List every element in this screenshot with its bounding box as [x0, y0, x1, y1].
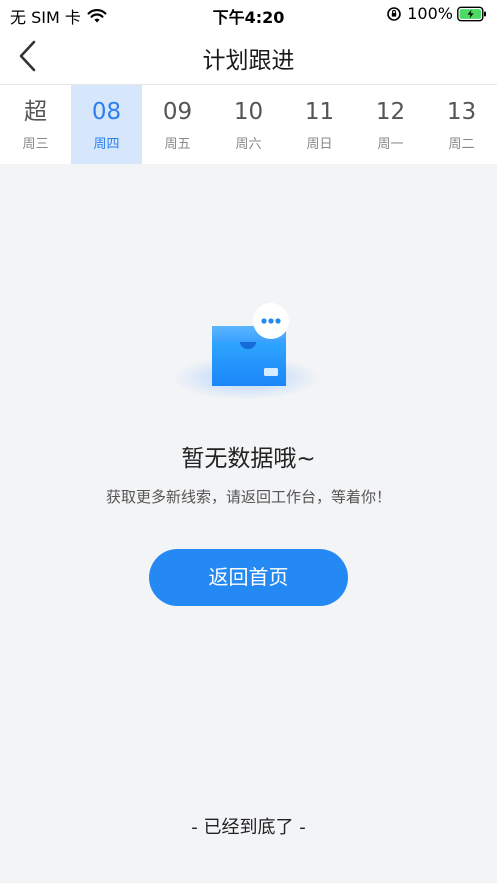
date-number: 09 [162, 99, 193, 125]
date-item-10[interactable]: 10 周六 [213, 85, 284, 164]
page-title: 计划跟进 [202, 48, 295, 74]
back-button[interactable] [12, 36, 48, 76]
date-weekday: 周六 [235, 137, 262, 152]
date-weekday: 周三 [22, 137, 49, 152]
empty-state-title: 暂无数据哦~ [181, 446, 316, 472]
date-number: 超 [24, 99, 47, 125]
battery-icon [457, 6, 486, 21]
date-number: 12 [375, 99, 406, 125]
date-item-08[interactable]: 08 周四 [71, 85, 142, 164]
end-of-list-note: - 已经到底了 - [191, 817, 306, 838]
empty-box-icon [172, 303, 320, 400]
date-item-overdue[interactable]: 超 周三 [0, 85, 71, 164]
date-item-09[interactable]: 09 周五 [142, 85, 213, 164]
content-area: 暂无数据哦~ 获取更多新线索，请返回工作台，等着你！ 返回首页 - 已经到底了 … [0, 164, 497, 883]
date-number: 10 [233, 99, 264, 125]
date-weekday: 周日 [306, 137, 333, 152]
date-weekday: 周四 [93, 137, 120, 152]
date-item-13[interactable]: 13 周二 [426, 85, 497, 164]
date-item-12[interactable]: 12 周一 [355, 85, 426, 164]
orientation-lock-icon [387, 6, 402, 21]
chevron-left-icon [19, 40, 36, 72]
date-number: 08 [91, 99, 122, 125]
date-weekday: 周五 [164, 137, 191, 152]
battery-percent: 100% [407, 4, 453, 23]
date-weekday: 周一 [377, 137, 404, 152]
date-weekday: 周二 [448, 137, 475, 152]
date-number: 11 [304, 99, 335, 125]
return-home-button[interactable]: 返回首页 [149, 549, 348, 606]
status-bar: 无 SIM 卡 下午4:20 100% [0, 0, 497, 28]
date-strip: 超 周三 08 周四 09 周五 10 周六 11 周日 12 周一 13 周二 [0, 85, 497, 164]
date-item-11[interactable]: 11 周日 [284, 85, 355, 164]
nav-bar: 计划跟进 [0, 28, 497, 84]
date-number: 13 [446, 99, 477, 125]
empty-state-description: 获取更多新线索，请返回工作台，等着你！ [105, 488, 391, 506]
status-right: 100% [386, 4, 487, 23]
